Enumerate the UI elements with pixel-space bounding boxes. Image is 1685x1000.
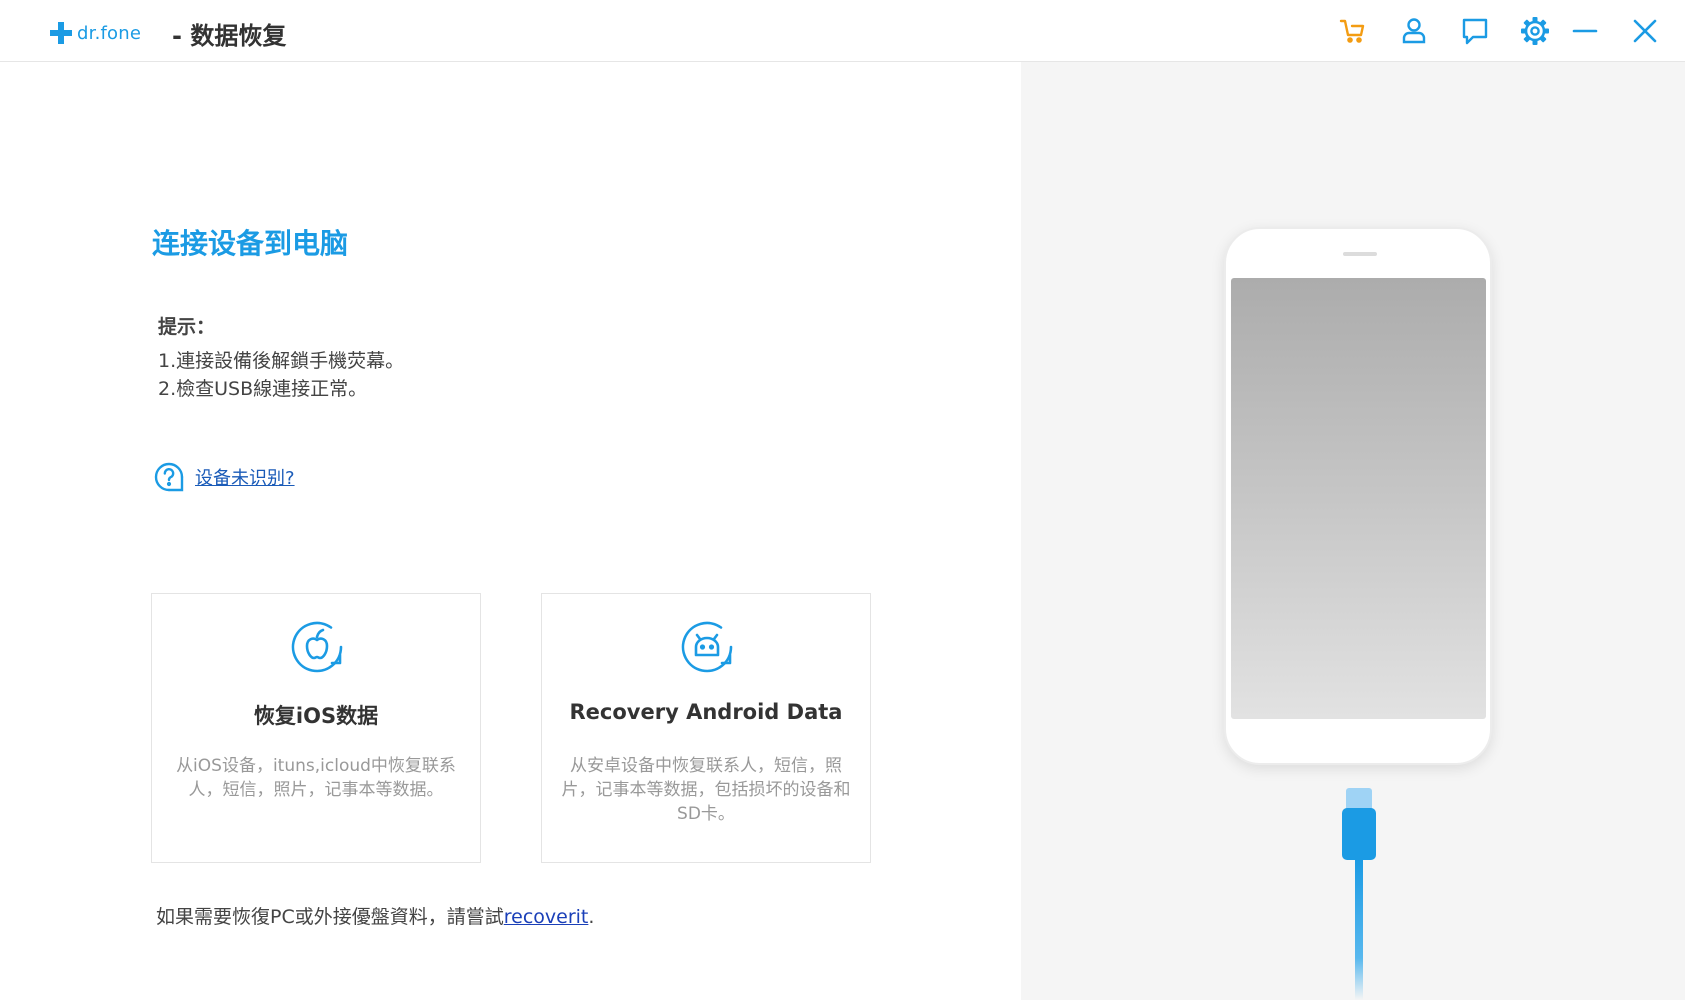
apple-restore-icon bbox=[291, 621, 343, 673]
app-title: - 数据恢复 bbox=[172, 22, 287, 50]
device-not-recognized-link[interactable]: 设备未识别? bbox=[153, 461, 295, 493]
usb-cable-icon bbox=[1342, 788, 1376, 1000]
recover-ios-card[interactable]: 恢复iOS数据 从iOS设备，ituns,icloud中恢复联系人，短信，照片，… bbox=[151, 593, 481, 863]
recover-ios-description: 从iOS设备，ituns,icloud中恢复联系人，短信，照片，记事本等数据。 bbox=[176, 756, 456, 800]
help-icon bbox=[154, 462, 184, 492]
drfone-logo: dr.fone bbox=[50, 18, 141, 48]
settings-icon[interactable] bbox=[1518, 14, 1552, 48]
help-link-text[interactable]: 设备未识别? bbox=[195, 464, 295, 490]
recover-android-title: Recovery Android Data bbox=[569, 700, 843, 724]
tip-line-1: 1.連接設備後解鎖手機荧幕。 bbox=[158, 350, 405, 372]
phone-screen bbox=[1231, 278, 1486, 719]
feedback-icon[interactable] bbox=[1458, 14, 1492, 48]
recoverit-hint-suffix: . bbox=[588, 906, 595, 928]
cart-icon[interactable] bbox=[1336, 14, 1370, 48]
tip-line-2: 2.檢查USB線連接正常。 bbox=[158, 378, 368, 400]
close-icon[interactable] bbox=[1628, 14, 1662, 48]
recoverit-link[interactable]: recoverit bbox=[504, 906, 589, 928]
recover-android-card[interactable]: Recovery Android Data 从安卓设备中恢复联系人，短信，照片，… bbox=[541, 593, 871, 863]
user-icon[interactable] bbox=[1397, 14, 1431, 48]
recoverit-hint: 如果需要恢復PC或外接優盤資料，請嘗試recoverit. bbox=[156, 902, 594, 929]
android-restore-icon bbox=[681, 621, 733, 673]
connect-device-title: 连接设备到电脑 bbox=[152, 227, 349, 260]
recover-ios-title: 恢复iOS数据 bbox=[253, 704, 379, 728]
recover-android-description: 从安卓设备中恢复联系人，短信，照片，记事本等数据，包括损坏的设备和SD卡。 bbox=[561, 756, 851, 824]
recoverit-hint-text: 如果需要恢復PC或外接優盤資料，請嘗試 bbox=[156, 906, 504, 928]
logo-text: dr.fone bbox=[77, 22, 142, 44]
plus-logo-icon bbox=[50, 22, 72, 44]
title-bar: dr.fone - 数据恢复 bbox=[0, 0, 1685, 62]
tips-label: 提示： bbox=[158, 316, 216, 338]
phone-illustration bbox=[1224, 227, 1492, 765]
minimize-icon[interactable] bbox=[1568, 14, 1602, 48]
phone-speaker bbox=[1343, 252, 1377, 256]
